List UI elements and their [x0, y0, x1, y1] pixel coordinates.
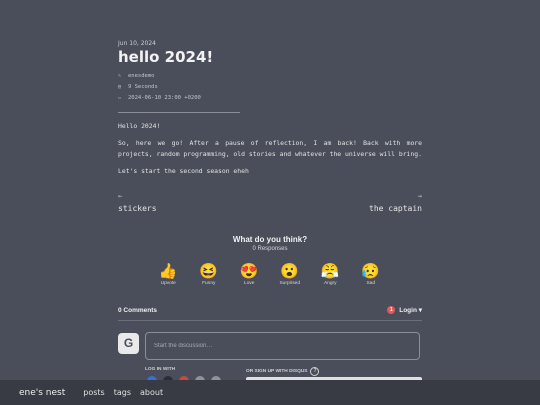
help-icon[interactable]: ?: [310, 367, 320, 376]
comments-count: 0 Comments: [118, 306, 158, 314]
signup-with-disqus-label: OR SIGN UP WITH DISQUS ?: [246, 367, 320, 376]
book-icon: ▤: [118, 83, 122, 90]
reactions-count: 0 Responses: [252, 246, 288, 252]
post-reading-time-row: ▤ 9 Seconds: [118, 84, 158, 90]
prev-post-link[interactable]: stickers: [118, 204, 157, 213]
reaction-label: Funny: [202, 281, 216, 286]
reaction-sad[interactable]: 😥 Sad: [357, 262, 386, 286]
post-paragraph: So, here we go! After a pause of reflect…: [118, 139, 422, 158]
reaction-angry[interactable]: 😤 Angry: [316, 262, 345, 286]
post-datetime-row: ▭ 2024-06-10 23:00 +0200: [118, 95, 201, 101]
nav-link-posts[interactable]: posts: [83, 388, 104, 397]
footer-nav: posts tags about: [83, 388, 163, 397]
footer-bar: ene's nest posts tags about: [0, 380, 540, 405]
arrow-right-icon: →: [417, 192, 422, 200]
reactions-title: What do you think?: [232, 235, 308, 244]
notification-badge: 1: [387, 306, 396, 314]
comments-divider: [118, 320, 422, 321]
discussion-input[interactable]: [145, 332, 420, 360]
divider: [118, 112, 240, 113]
signup-label: OR SIGN UP WITH DISQUS: [246, 369, 308, 374]
nav-link-tags[interactable]: tags: [114, 388, 131, 397]
nav-link-about[interactable]: about: [140, 388, 163, 397]
reaction-label: Angry: [323, 281, 337, 286]
post-paragraph: Let's start the second season eheh: [118, 167, 249, 175]
post-author: enesdemo: [128, 73, 155, 79]
reaction-funny[interactable]: 😆 Funny: [195, 262, 224, 286]
reaction-label: Love: [244, 281, 255, 286]
heart-eyes-icon: 😍: [239, 262, 259, 280]
login-with-label: LOG IN WITH: [145, 367, 176, 372]
site-brand-link[interactable]: ene's nest: [19, 388, 65, 398]
next-post-link[interactable]: the captain: [369, 204, 422, 213]
post-paragraph: Hello 2024!: [118, 122, 161, 130]
reactions-row: 👍 Upvote 😆 Funny 😍 Love 😮 Surprised 😤 An…: [154, 262, 385, 286]
arrow-left-icon: ←: [118, 192, 123, 200]
post-reading-time: 9 Seconds: [128, 84, 158, 90]
reaction-label: Surprised: [279, 281, 301, 286]
login-label: Login ▾: [399, 307, 422, 314]
reaction-upvote[interactable]: 👍 Upvote: [154, 262, 183, 286]
post-author-row: ✎ enesdemo: [118, 73, 155, 79]
sad-face-icon: 😥: [361, 262, 381, 280]
angry-face-icon: 😤: [320, 262, 340, 280]
laughing-face-icon: 😆: [199, 262, 219, 280]
comments-header: 0 Comments 1 Login ▾: [118, 306, 422, 314]
avatar: G: [118, 333, 139, 354]
post-datetime: 2024-06-10 23:00 +0200: [128, 95, 201, 101]
thumbs-up-icon: 👍: [158, 262, 178, 280]
pen-icon: ✎: [118, 72, 122, 79]
reaction-label: Sad: [366, 281, 376, 286]
surprised-face-icon: 😮: [280, 262, 300, 280]
post-date: Jun 10, 2024: [118, 40, 157, 47]
login-button[interactable]: 1 Login ▾: [387, 306, 422, 314]
reaction-label: Upvote: [160, 281, 176, 286]
reaction-surprised[interactable]: 😮 Surprised: [276, 262, 305, 286]
reaction-love[interactable]: 😍 Love: [235, 262, 264, 286]
post-title: hello 2024!: [118, 48, 214, 66]
calendar-icon: ▭: [118, 94, 122, 101]
